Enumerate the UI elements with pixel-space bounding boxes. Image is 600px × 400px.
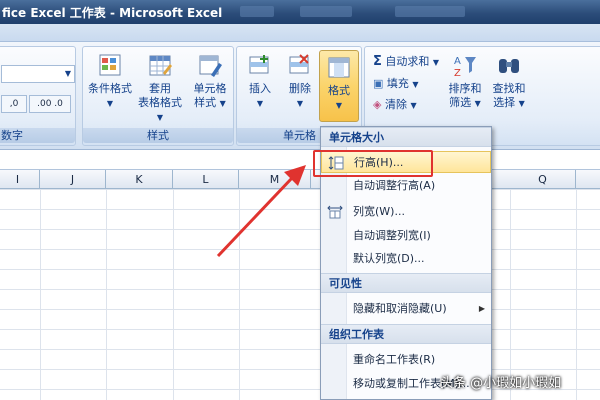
annotation-arrow <box>216 165 306 258</box>
arrow-shaft <box>216 176 294 258</box>
watermark: 头条 @小瑕如小瑕如 <box>440 376 562 391</box>
